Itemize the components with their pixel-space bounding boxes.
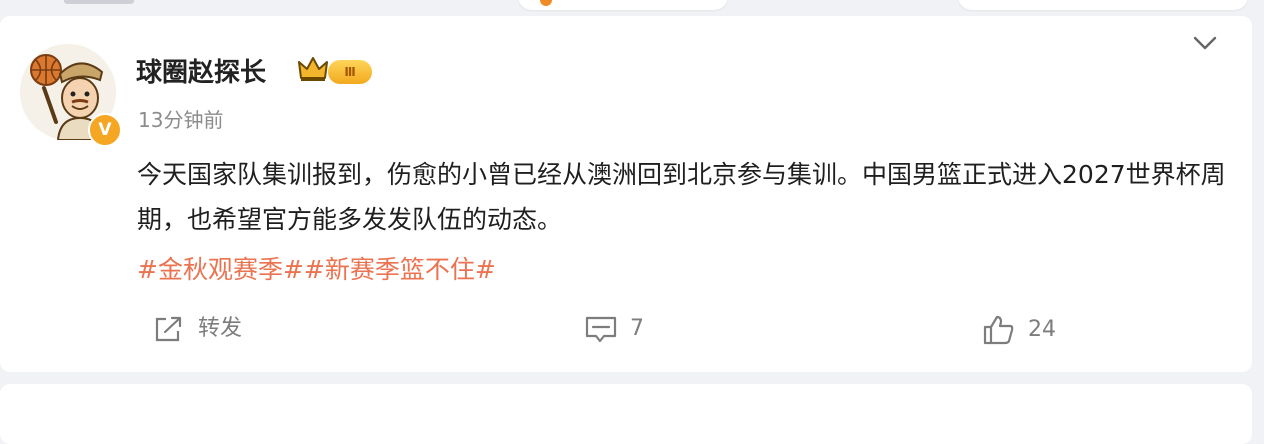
like-button[interactable]: 24: [982, 314, 1056, 346]
post-hashtags[interactable]: #金秋观赛季##新赛季篮不住#: [137, 250, 496, 286]
chevron-down-icon[interactable]: [1192, 34, 1218, 52]
level-badge: Ⅲ: [328, 60, 372, 84]
like-icon: [983, 315, 1014, 345]
username[interactable]: 球圈赵探长: [136, 52, 266, 89]
next-card-partial: [0, 384, 1252, 444]
crown-icon: [298, 57, 328, 81]
like-count: 24: [1028, 317, 1056, 342]
post-card: V 球圈赵探长 Ⅲ 13分钟前 今天国家队集训报到，伤愈的小曾已经从澳洲回到北京…: [0, 16, 1252, 372]
comment-count: 7: [630, 316, 644, 341]
repost-button[interactable]: 转发: [152, 314, 242, 344]
top-strip: [0, 0, 1264, 14]
top-partial-text: [64, 0, 134, 4]
repost-icon: [155, 316, 182, 342]
top-partial-search[interactable]: [958, 0, 1248, 10]
comment-icon: [585, 316, 617, 343]
comment-button[interactable]: 7: [584, 314, 644, 344]
repost-label: 转发: [198, 316, 243, 341]
post-content: 今天国家队集训报到，伤愈的小曾已经从澳洲回到北京参与集训。中国男篮正式进入202…: [137, 160, 1226, 234]
verified-badge: V: [88, 113, 122, 147]
post-time[interactable]: 13分钟前: [138, 104, 223, 133]
